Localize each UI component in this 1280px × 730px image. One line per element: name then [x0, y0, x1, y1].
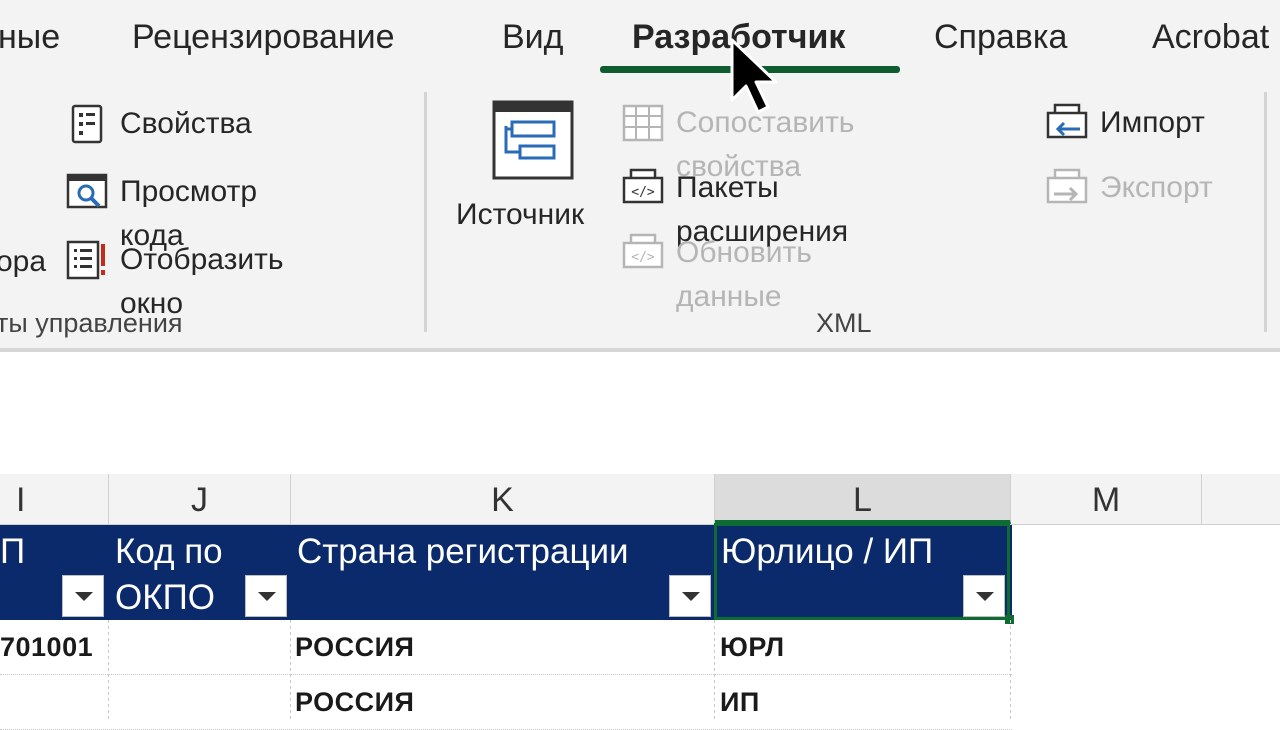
group-separator — [424, 92, 427, 332]
table-cell[interactable] — [112, 675, 290, 729]
formula-bar-area — [0, 352, 1280, 448]
export-icon — [1046, 168, 1088, 204]
column-header-m[interactable]: M — [1011, 474, 1202, 524]
table-row: РОССИЯ ИП — [0, 675, 1012, 730]
header-inn-label: П — [0, 532, 26, 571]
ribbon-tab-strip: ные Рецензирование Вид Разработчик Справ… — [0, 0, 1280, 80]
refresh-data-label: Обновить данные — [676, 236, 812, 313]
mouse-pointer-icon — [730, 38, 778, 114]
table-header-cell: Код по ОКПО — [109, 525, 290, 620]
table-header-cell: Юрлицо / ИП — [715, 525, 1010, 620]
tab-view[interactable]: Вид — [502, 18, 564, 57]
filter-dropdown-button[interactable] — [669, 575, 711, 617]
map-properties-icon — [622, 104, 664, 142]
dialog-window-icon — [66, 240, 105, 280]
table-row: 701001 РОССИЯ ЮРЛ — [0, 620, 1012, 675]
expansion-packs-icon: </> — [622, 168, 664, 204]
export-label: Экспорт — [1100, 171, 1213, 204]
tab-review[interactable]: Рецензирование — [132, 18, 395, 57]
xml-source-icon — [492, 100, 574, 180]
design-mode-button-partial[interactable]: ора — [0, 240, 46, 284]
column-header-k[interactable]: K — [291, 474, 715, 524]
table-cell[interactable] — [0, 675, 108, 729]
table-cell[interactable]: ИП — [720, 675, 1010, 729]
header-country-label: Страна регистрации — [297, 532, 629, 571]
table-cell[interactable]: РОССИЯ — [295, 675, 713, 729]
filter-dropdown-button[interactable] — [245, 575, 287, 617]
ribbon-panel: ора Свойства Просмотр кода Отобразить ок… — [0, 80, 1280, 352]
svg-text:</>: </> — [631, 250, 655, 265]
header-okpo-label: Код по ОКПО — [115, 532, 223, 617]
import-label: Импорт — [1100, 106, 1205, 139]
column-header-row: I J K L M — [0, 474, 1280, 525]
tab-help[interactable]: Справка — [934, 18, 1067, 57]
header-entity-type-label: Юрлицо / ИП — [721, 532, 934, 571]
table-cell[interactable] — [112, 620, 290, 674]
svg-text:</>: </> — [631, 185, 655, 200]
tab-acrobat[interactable]: Acrobat — [1152, 18, 1269, 57]
column-header-j[interactable]: J — [109, 474, 291, 524]
gridline — [714, 620, 715, 720]
gridline — [1010, 620, 1011, 720]
table-cell[interactable]: РОССИЯ — [295, 620, 713, 674]
filter-dropdown-button[interactable] — [963, 575, 1005, 617]
table-header-row: П Код по ОКПО Страна регистрации Юрлицо … — [0, 525, 1012, 620]
column-header-i[interactable]: I — [0, 474, 109, 524]
properties-icon — [71, 104, 103, 144]
source-label: Источник — [456, 198, 585, 231]
table-cell[interactable]: 701001 — [0, 620, 108, 674]
tab-data[interactable]: ные — [0, 18, 60, 57]
group-separator — [1264, 92, 1267, 332]
table-header-cell: Страна регистрации — [291, 525, 714, 620]
grid-gap — [0, 446, 1280, 474]
gridline — [108, 620, 109, 720]
column-header-l[interactable]: L — [715, 474, 1011, 524]
import-icon — [1046, 103, 1088, 139]
refresh-data-icon: </> — [622, 233, 664, 269]
table-cell[interactable]: ЮРЛ — [720, 620, 1010, 674]
controls-group-label: ты управления — [0, 308, 183, 338]
filter-dropdown-button[interactable] — [62, 575, 104, 617]
gridline — [290, 620, 291, 720]
source-button[interactable]: Источник — [452, 98, 612, 258]
table-header-cell: П — [0, 525, 108, 620]
view-code-icon — [66, 173, 108, 209]
properties-label: Свойства — [120, 107, 252, 140]
xml-group-label: XML — [816, 308, 872, 338]
